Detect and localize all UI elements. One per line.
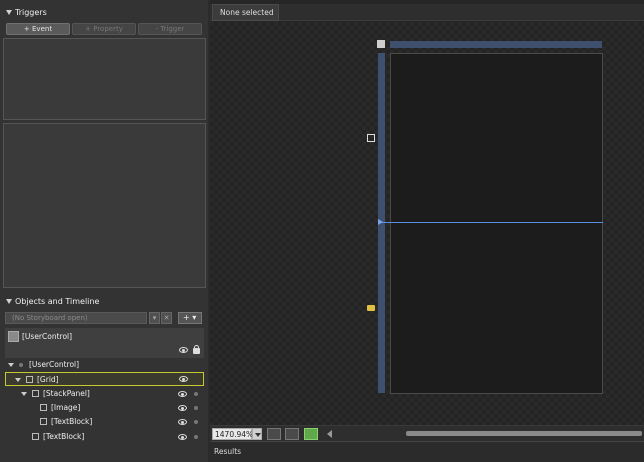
- lock-dot-icon[interactable]: [194, 435, 198, 439]
- resize-expand-icon[interactable]: [367, 134, 375, 142]
- objects-timeline-header[interactable]: Objects and Timeline: [3, 295, 206, 309]
- left-column: Triggers + Event + Property - Trigger Ob…: [0, 0, 208, 462]
- lock-dot-icon[interactable]: [194, 420, 198, 424]
- row-divider-handle-icon[interactable]: [378, 219, 383, 225]
- design-surface-area: None selected 1470.94% Results: [210, 0, 644, 462]
- textblock-icon: [32, 433, 39, 440]
- tree-item-image[interactable]: [Image]: [5, 401, 204, 415]
- visibility-eye-icon[interactable]: [178, 405, 187, 411]
- tree-item-textblock[interactable]: [TextBlock]: [5, 430, 204, 444]
- usercontrol-icon: [8, 331, 19, 342]
- visibility-eye-icon[interactable]: [179, 347, 188, 353]
- triggers-header[interactable]: Triggers: [3, 6, 206, 20]
- add-property-button[interactable]: + Property: [72, 23, 136, 35]
- scroll-left-arrow-icon[interactable]: [327, 430, 332, 438]
- visibility-eye-icon[interactable]: [179, 376, 188, 382]
- collapse-triangle-icon[interactable]: [6, 10, 12, 15]
- snap-to-gridlines-icon[interactable]: [285, 428, 299, 440]
- triggers-title: Triggers: [15, 8, 47, 17]
- tree-item-label: [TextBlock]: [43, 432, 85, 441]
- tree-item-label: [TextBlock]: [51, 417, 93, 426]
- lock-dot-icon[interactable]: [194, 392, 198, 396]
- objects-timeline-title: Objects and Timeline: [15, 297, 100, 306]
- unlocked-icon[interactable]: [367, 305, 375, 311]
- tree-item-stackpanel[interactable]: [StackPanel]: [5, 387, 204, 401]
- root-element-label: [UserControl]: [22, 332, 73, 341]
- storyboard-selector[interactable]: (No Storyboard open): [5, 312, 147, 324]
- tree-item-usercontrol[interactable]: [UserControl]: [5, 358, 204, 372]
- lock-icon[interactable]: [193, 345, 200, 354]
- new-storyboard-button[interactable]: + ▾: [178, 312, 202, 324]
- usercontrol-artboard[interactable]: [390, 53, 603, 394]
- storyboard-options-icon[interactable]: ▾: [149, 312, 160, 324]
- expand-triangle-icon[interactable]: [15, 378, 21, 382]
- tree-item-textblock[interactable]: [TextBlock]: [5, 415, 204, 429]
- root-element-header[interactable]: [UserControl]: [5, 328, 204, 358]
- row-divider-line[interactable]: [380, 222, 603, 223]
- artboard-bottom-bar: 1470.94%: [210, 425, 644, 441]
- visibility-eye-icon[interactable]: [178, 434, 187, 440]
- collapse-triangle-icon[interactable]: [6, 299, 12, 304]
- document-tab-strip: None selected: [210, 4, 644, 21]
- grid-layout-mode-icon[interactable]: [377, 40, 385, 48]
- grid-icon: [26, 376, 33, 383]
- stackpanel-icon: [32, 390, 39, 397]
- tab-none-selected[interactable]: None selected: [212, 4, 279, 21]
- visibility-eye-icon[interactable]: [178, 419, 187, 425]
- show-grid-icon[interactable]: [267, 428, 281, 440]
- tree-item-label: [Grid]: [37, 375, 59, 384]
- expand-triangle-icon[interactable]: [8, 363, 14, 367]
- remove-trigger-button[interactable]: - Trigger: [138, 23, 202, 35]
- close-storyboard-icon[interactable]: ✕: [161, 312, 172, 324]
- textblock-icon: [40, 418, 47, 425]
- lock-dot-icon[interactable]: [194, 406, 198, 410]
- add-event-button[interactable]: + Event: [6, 23, 70, 35]
- snap-to-snaplines-icon[interactable]: [304, 428, 318, 440]
- trigger-details-panel: [3, 123, 206, 288]
- tree-item-label: [UserControl]: [29, 360, 80, 369]
- artboard-canvas[interactable]: [210, 22, 644, 425]
- tree-item-grid[interactable]: [Grid]: [5, 372, 204, 386]
- column-ruler[interactable]: [390, 41, 602, 48]
- results-label[interactable]: Results: [214, 447, 241, 456]
- triggers-list-panel: [3, 38, 206, 120]
- zoom-level-field[interactable]: 1470.94%: [212, 428, 253, 440]
- expand-triangle-icon[interactable]: [21, 392, 27, 396]
- tree-item-label: [StackPanel]: [43, 389, 90, 398]
- visibility-eye-icon[interactable]: [178, 391, 187, 397]
- horizontal-scrollbar[interactable]: [406, 431, 642, 436]
- image-icon: [40, 404, 47, 411]
- tree-item-label: [Image]: [51, 403, 81, 412]
- zoom-dropdown-arrow-icon[interactable]: [252, 428, 262, 440]
- element-dot-icon: [19, 363, 23, 367]
- results-panel: Results: [210, 441, 644, 462]
